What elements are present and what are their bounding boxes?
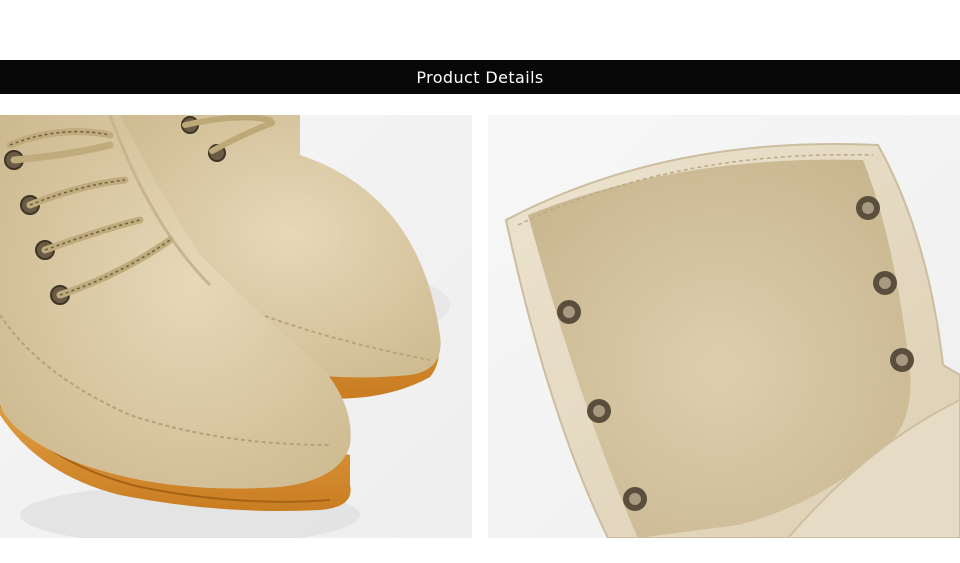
boot-toes-illustration [0, 115, 472, 538]
eyelet [587, 399, 611, 423]
section-title: Product Details [416, 67, 544, 87]
eyelet [623, 487, 647, 511]
eyelet [557, 300, 581, 324]
boot-collar-photo [488, 115, 960, 538]
eyelet [890, 348, 914, 372]
boot-toes-photo [0, 115, 472, 538]
product-details-page: Product Details [0, 0, 960, 563]
eyelet [856, 196, 880, 220]
boot-collar-illustration [488, 115, 960, 538]
eyelet [873, 271, 897, 295]
section-banner: Product Details [0, 60, 960, 94]
